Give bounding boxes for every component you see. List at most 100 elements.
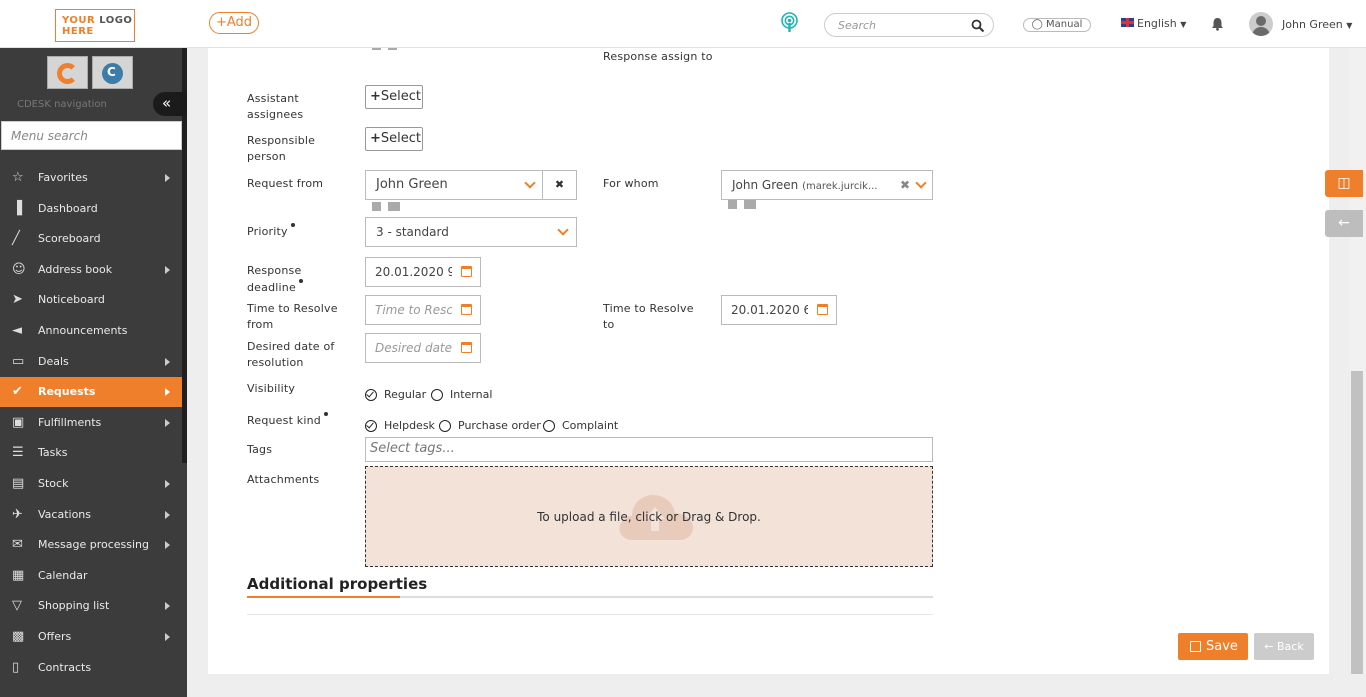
- visibility-regular-label[interactable]: Regular: [384, 388, 426, 401]
- caret-right-icon: [165, 510, 170, 519]
- for-whom-select[interactable]: John Green (marek.jurcik... ✖: [721, 170, 933, 200]
- sidebar-item-requests[interactable]: ✔ Requests: [0, 377, 182, 408]
- calendar-icon[interactable]: [461, 342, 472, 353]
- sidebar-item-label: Deals: [38, 354, 69, 368]
- ttr-to-input[interactable]: 20.01.2020 6: [721, 295, 837, 325]
- visibility-internal-label[interactable]: Internal: [450, 388, 492, 401]
- sidebar-item-address-book[interactable]: ☺ Address book: [0, 255, 182, 285]
- kind-purchase-order-radio[interactable]: [439, 420, 451, 432]
- calendar-icon[interactable]: [461, 304, 472, 315]
- sidebar-item-shopping-list[interactable]: ▽ Shopping list: [0, 591, 182, 621]
- archive-icon: ▤: [12, 476, 25, 491]
- sidebar-item-label: Scoreboard: [38, 232, 101, 246]
- request-kind-label: Request kind: [247, 412, 328, 429]
- page-scrollbar[interactable]: [1350, 48, 1366, 674]
- assistant-assignees-label: Assistant assignees: [247, 92, 304, 121]
- kind-purchase-order-label[interactable]: Purchase order: [458, 419, 541, 432]
- responsible-person-select-button[interactable]: +Select: [365, 127, 423, 151]
- bar-chart-icon: ▐: [12, 200, 22, 216]
- lightbulb-icon: ◯: [1031, 19, 1043, 30]
- sidebar-item-label: Dashboard: [38, 201, 98, 215]
- sidebar-item-announcements[interactable]: ◄ Announcements: [0, 316, 182, 346]
- add-button[interactable]: +Add: [209, 12, 259, 34]
- sidebar-item-label: Vacations: [38, 507, 92, 521]
- kind-complaint-radio[interactable]: [543, 420, 555, 432]
- visibility-regular-radio[interactable]: [365, 389, 377, 401]
- request-from-clear-button[interactable]: ✖: [542, 170, 577, 200]
- avatar[interactable]: [1249, 12, 1273, 36]
- scrollbar-thumb[interactable]: [1351, 371, 1363, 674]
- user-name[interactable]: John Green ▼: [1282, 18, 1352, 31]
- user-icon[interactable]: [728, 200, 737, 209]
- calendar-icon[interactable]: [817, 304, 828, 315]
- tags-input[interactable]: Select tags...: [365, 437, 933, 462]
- visibility-internal-radio[interactable]: [431, 389, 443, 401]
- sidebar-item-offers[interactable]: ▩ Offers: [0, 622, 182, 652]
- app-switch-blue[interactable]: C: [92, 56, 133, 89]
- envelope-icon[interactable]: [388, 202, 400, 211]
- app-switch-orange[interactable]: [47, 56, 88, 89]
- floating-back-button[interactable]: ←: [1325, 210, 1363, 237]
- sidebar-item-message-processing[interactable]: ✉ Message processing: [0, 530, 182, 560]
- ttr-to-value: 20.01.2020 6: [731, 303, 808, 317]
- sidebar-item-stock[interactable]: ▤ Stock: [0, 469, 182, 499]
- sidebar: C CDESK navigation « Menu search ☆ Favori…: [0, 48, 187, 697]
- additional-properties-heading[interactable]: Additional properties: [247, 575, 427, 593]
- search-input[interactable]: Search: [838, 19, 876, 32]
- response-deadline-input[interactable]: 20.01.2020 9: [365, 257, 481, 287]
- bell-icon[interactable]: [1211, 17, 1224, 31]
- floating-save-button[interactable]: ◫: [1325, 170, 1363, 197]
- ttr-from-input[interactable]: Time to Resc: [365, 295, 481, 325]
- search-icon[interactable]: [971, 19, 985, 33]
- priority-select[interactable]: 3 - standard: [365, 217, 577, 247]
- caret-right-icon: [165, 633, 170, 641]
- clear-icon[interactable]: ✖: [900, 171, 910, 199]
- logo-text-here: HERE: [62, 26, 94, 37]
- for-whom-email: (marek.jurcik...: [802, 181, 878, 192]
- assistant-assignees-select-button[interactable]: +Select: [365, 85, 423, 109]
- attachments-label: Attachments: [247, 473, 320, 486]
- company-logo[interactable]: YOUR LOGO HERE: [55, 9, 135, 42]
- sidebar-item-dashboard[interactable]: ▐ Dashboard: [0, 194, 182, 224]
- sidebar-item-fulfillments[interactable]: ▣ Fulfillments: [0, 408, 182, 438]
- user-icon[interactable]: [372, 202, 381, 211]
- global-search[interactable]: Search: [824, 13, 994, 37]
- kind-helpdesk-label[interactable]: Helpdesk: [384, 419, 435, 432]
- caret-right-icon: [165, 357, 170, 366]
- ttr-from-placeholder: Time to Resc: [375, 303, 452, 317]
- kind-complaint-label[interactable]: Complaint: [562, 419, 618, 432]
- envelope-icon: ✉: [12, 537, 23, 553]
- podcast-icon[interactable]: [779, 12, 800, 33]
- collapse-sidebar-button[interactable]: «: [153, 92, 187, 116]
- sidebar-item-noticeboard[interactable]: ➤ Noticeboard: [0, 285, 182, 315]
- bullhorn-icon: ◄: [12, 323, 22, 338]
- sidebar-item-label: Fulfillments: [38, 415, 102, 429]
- desired-date-input[interactable]: Desired date: [365, 333, 481, 363]
- caret-right-icon: [165, 541, 170, 550]
- sidebar-item-vacations[interactable]: ✈ Vacations: [0, 500, 182, 530]
- for-whom-value: John Green: [732, 178, 799, 192]
- save-button[interactable]: Save: [1178, 633, 1248, 660]
- nav-label: CDESK navigation: [17, 99, 107, 110]
- chevron-down-icon: [915, 177, 927, 189]
- back-button[interactable]: ← Back: [1254, 633, 1314, 660]
- file-icon: ▯: [12, 659, 20, 675]
- required-dot: [290, 223, 295, 227]
- request-from-select[interactable]: John Green: [365, 170, 543, 200]
- file-upload-dropzone[interactable]: To upload a file, click or Drag & Drop.: [365, 466, 933, 567]
- plane-icon: ✈: [12, 506, 23, 522]
- paper-plane-icon: ➤: [12, 292, 23, 308]
- kind-helpdesk-radio[interactable]: [365, 420, 377, 432]
- sidebar-item-scoreboard[interactable]: ╱ Scoreboard: [0, 224, 182, 254]
- language-dropdown[interactable]: English ▼: [1121, 17, 1186, 30]
- menu-search-input[interactable]: Menu search: [1, 121, 182, 150]
- sidebar-item-deals[interactable]: ▭ Deals: [0, 347, 182, 377]
- calendar-icon[interactable]: [461, 266, 472, 277]
- sidebar-item-tasks[interactable]: ☰ Tasks: [0, 438, 182, 468]
- credit-card-icon: ▭: [12, 353, 25, 369]
- sidebar-item-calendar[interactable]: ▦ Calendar: [0, 561, 182, 591]
- manual-button[interactable]: ◯ Manual: [1023, 18, 1091, 32]
- sidebar-item-contracts[interactable]: ▯ Contracts: [0, 653, 182, 683]
- envelope-icon[interactable]: [744, 200, 756, 209]
- sidebar-item-favorites[interactable]: ☆ Favorites: [0, 163, 182, 193]
